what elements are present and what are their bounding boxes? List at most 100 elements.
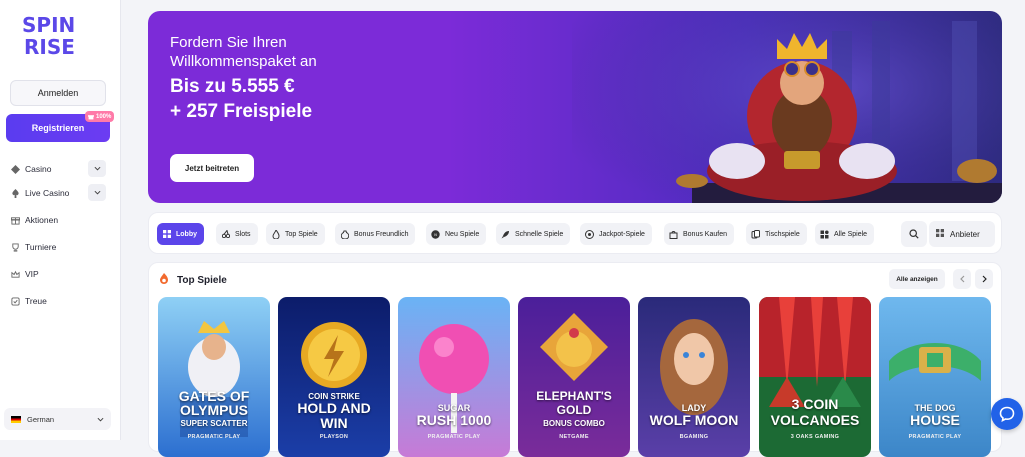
prev-button[interactable] bbox=[953, 269, 971, 289]
game-subtitle: BONUS COMBO bbox=[543, 419, 605, 428]
next-button[interactable] bbox=[975, 269, 993, 289]
gift-icon bbox=[88, 114, 94, 119]
tab-label: Bonus Freundlich bbox=[354, 230, 409, 238]
sidebar-item-label: Treue bbox=[25, 296, 47, 306]
tab-neu-spiele[interactable]: N Neu Spiele bbox=[426, 223, 487, 245]
banner-offer: Bis zu 5.555 € + 257 Freispiele bbox=[170, 74, 390, 124]
game-card-elephants-gold[interactable]: ELEPHANT'S GOLD BONUS COMBO NETGAME bbox=[518, 297, 630, 457]
game-card-3-coin-volcanoes[interactable]: 3 COIN VOLCANOES 3 OAKS GAMING bbox=[759, 297, 871, 457]
welcome-banner: Fordern Sie Ihren Willkommenspaket an Bi… bbox=[148, 11, 1002, 203]
banner-line1: Fordern Sie Ihren bbox=[170, 34, 287, 51]
tab-top-spiele[interactable]: Top Spiele bbox=[266, 223, 325, 245]
new-icon: N bbox=[431, 229, 440, 239]
tab-alle-spiele[interactable]: Alle Spiele bbox=[815, 223, 875, 245]
tab-label: Top Spiele bbox=[285, 230, 318, 238]
german-flag-icon bbox=[11, 415, 21, 423]
game-card-the-dog-house[interactable]: THE DOG HOUSE PRAGMATIC PLAY bbox=[879, 297, 991, 457]
sidebar-item-treue[interactable]: Treue bbox=[8, 289, 112, 313]
tab-bonus-kaufen[interactable]: Bonus Kaufen bbox=[664, 223, 734, 245]
chevron-down-icon bbox=[97, 415, 104, 424]
game-artwork bbox=[759, 297, 871, 457]
banner-highlight1: Bis zu 5.555 € bbox=[170, 76, 295, 97]
join-button[interactable]: Jetzt beitreten bbox=[170, 154, 254, 182]
sidebar-item-vip[interactable]: VIP bbox=[8, 262, 112, 286]
casino-icon bbox=[10, 164, 20, 174]
chat-button[interactable] bbox=[991, 398, 1023, 430]
game-card-sugar-rush[interactable]: SUGAR RUSH 1000 PRAGMATIC PLAY bbox=[398, 297, 510, 457]
banner-line2: Willkommenspaket an bbox=[170, 53, 317, 70]
svg-text:N: N bbox=[434, 233, 437, 237]
section-title: Top Spiele bbox=[159, 273, 227, 287]
chevron-right-icon bbox=[982, 275, 987, 283]
logo-text-line1: SPIN bbox=[22, 13, 76, 37]
fire-icon bbox=[271, 229, 280, 239]
tab-label: Tischspiele bbox=[765, 230, 800, 238]
logo-text-line2: RISE bbox=[24, 35, 75, 59]
game-title-line1: ELEPHANT'S bbox=[536, 389, 612, 403]
providers-label: Anbieter bbox=[950, 229, 980, 239]
sidebar-item-aktionen[interactable]: Aktionen bbox=[8, 208, 112, 232]
game-card-lady-wolf-moon[interactable]: LADY WOLF MOON BGAMING bbox=[638, 297, 750, 457]
jackpot-icon bbox=[585, 229, 594, 239]
game-artwork bbox=[879, 297, 991, 457]
tab-lobby[interactable]: Lobby bbox=[157, 223, 204, 245]
game-artwork bbox=[638, 297, 750, 457]
tab-bonus-freundlich[interactable]: Bonus Freundlich bbox=[335, 223, 416, 245]
gift-icon bbox=[10, 215, 20, 225]
banner-intro: Fordern Sie Ihren Willkommenspaket an bbox=[170, 33, 370, 71]
game-title-line2: HOUSE bbox=[910, 412, 960, 428]
search-button[interactable] bbox=[901, 221, 927, 247]
spinrise-logo[interactable]: SPIN RISE bbox=[22, 14, 98, 64]
view-all-button[interactable]: Alle anzeigen bbox=[889, 269, 945, 289]
fire-icon bbox=[159, 273, 169, 287]
language-selector[interactable]: German bbox=[4, 408, 111, 430]
game-subtitle: WIN bbox=[320, 415, 348, 431]
money-bag-icon bbox=[340, 230, 349, 239]
cherry-icon bbox=[221, 230, 230, 239]
tab-slots[interactable]: Slots bbox=[216, 223, 258, 245]
trophy-icon bbox=[10, 242, 20, 252]
game-provider: PRAGMATIC PLAY bbox=[908, 434, 962, 440]
sidebar-item-label: Turniere bbox=[25, 242, 57, 252]
tab-label: Slots bbox=[235, 230, 251, 238]
game-artwork bbox=[518, 297, 630, 457]
grid-icon bbox=[936, 229, 944, 239]
tab-label: Jackpot-Spiele bbox=[599, 230, 645, 238]
tab-tischspiele[interactable]: Tischspiele bbox=[746, 223, 807, 245]
section-title-text: Top Spiele bbox=[177, 274, 227, 286]
providers-button[interactable]: Anbieter bbox=[929, 221, 995, 247]
all-games-icon bbox=[820, 230, 829, 239]
tab-label: Schnelle Spiele bbox=[515, 230, 564, 238]
bonus-badge: 100% bbox=[85, 111, 115, 122]
game-title-line2: GOLD bbox=[556, 403, 592, 417]
tab-label: Bonus Kaufen bbox=[683, 230, 727, 238]
game-provider: PRAGMATIC PLAY bbox=[427, 434, 481, 440]
chevron-down-icon[interactable] bbox=[88, 184, 106, 201]
search-icon bbox=[909, 229, 919, 239]
game-card-coin-strike[interactable]: COIN STRIKE HOLD AND WIN PLAYSON bbox=[278, 297, 390, 457]
game-artwork bbox=[158, 297, 270, 457]
sidebar-item-label: Casino bbox=[25, 164, 52, 174]
login-button[interactable]: Anmelden bbox=[10, 80, 106, 106]
chat-icon bbox=[999, 406, 1015, 422]
game-artwork bbox=[278, 297, 390, 457]
sidebar-item-label: VIP bbox=[25, 269, 39, 279]
sidebar-item-turniere[interactable]: Turniere bbox=[8, 235, 112, 259]
language-label: German bbox=[27, 414, 55, 424]
chevron-left-icon bbox=[959, 275, 964, 283]
game-title-line2: RUSH 1000 bbox=[416, 412, 492, 428]
game-provider: PRAGMATIC PLAY bbox=[187, 434, 241, 440]
sidebar-item-casino[interactable]: Casino bbox=[8, 157, 112, 181]
category-tabs: Lobby Slots Top Spiele Bonus Freundlich … bbox=[148, 212, 1002, 254]
top-games-section: Top Spiele Alle anzeigen GATES OF OLYMPU… bbox=[148, 262, 1002, 457]
game-card-gates-of-olympus[interactable]: GATES OF OLYMPUS SUPER SCATTER PRAGMATIC… bbox=[158, 297, 270, 457]
sidebar-nav: Casino Live Casino Aktionen Turniere VIP… bbox=[8, 157, 112, 313]
tab-schnelle-spiele[interactable]: Schnelle Spiele bbox=[496, 223, 571, 245]
chevron-down-icon[interactable] bbox=[88, 160, 106, 177]
game-title-line2: VOLCANOES bbox=[770, 412, 860, 428]
bonus-badge-text: 100% bbox=[96, 113, 112, 120]
sidebar-item-live-casino[interactable]: Live Casino bbox=[8, 181, 112, 205]
tab-jackpot-spiele[interactable]: Jackpot-Spiele bbox=[580, 223, 652, 245]
game-title-line2: WOLF MOON bbox=[649, 412, 739, 428]
game-provider: NETGAME bbox=[559, 434, 589, 440]
